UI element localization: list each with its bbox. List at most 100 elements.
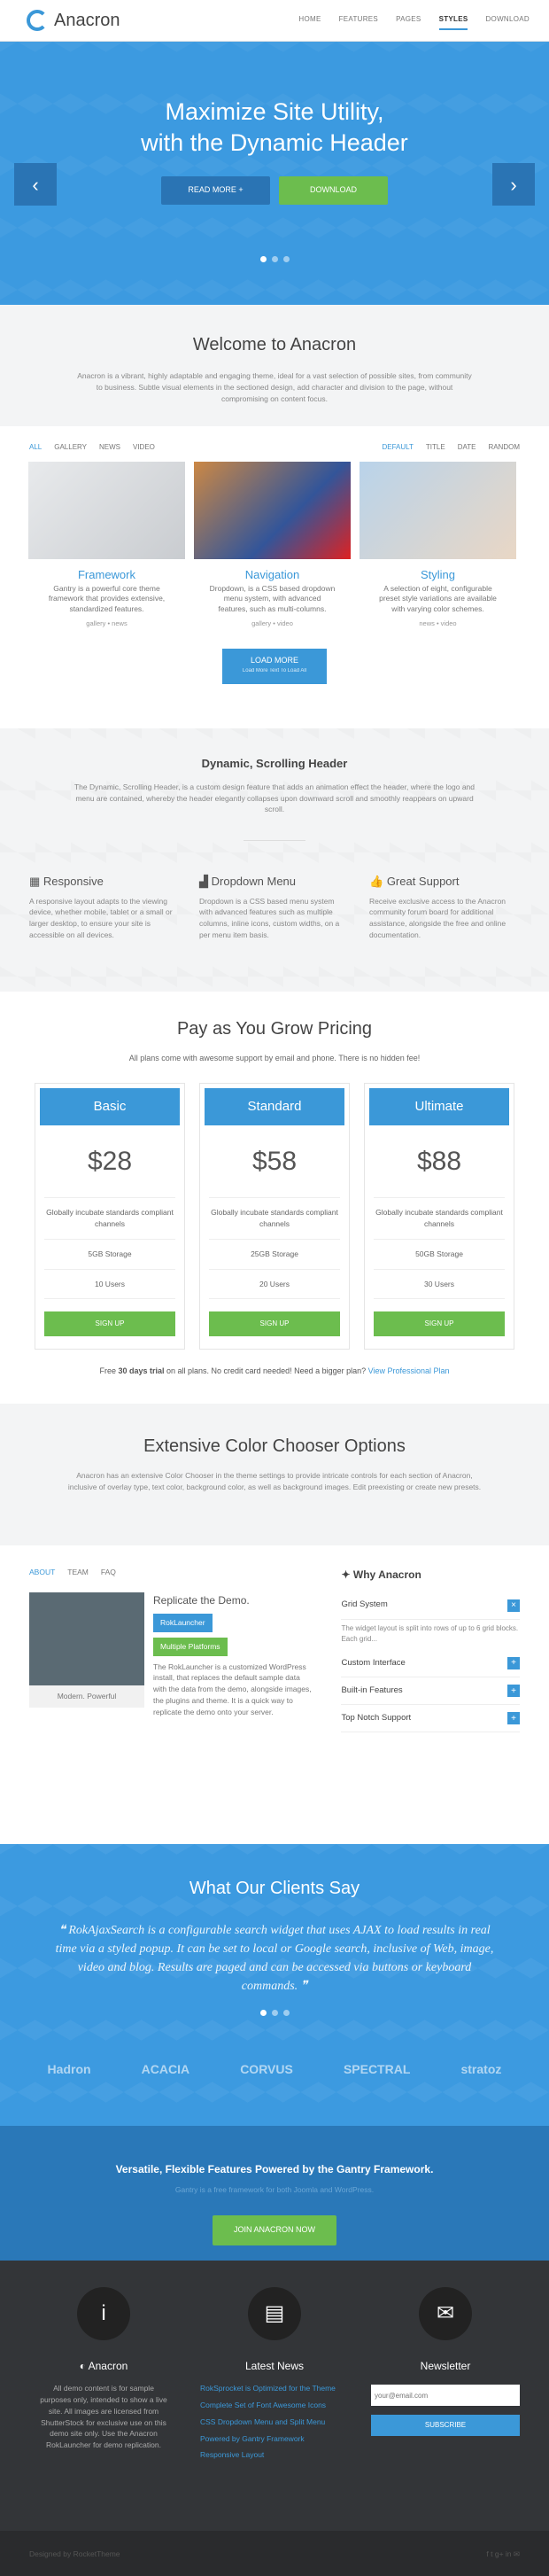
plus-icon: +: [507, 1712, 520, 1725]
envelope-icon: ✉: [419, 2287, 472, 2341]
slide-dots: [0, 256, 549, 262]
color-chooser-section: Extensive Color Chooser Options Anacron …: [0, 1404, 549, 1546]
card-tags: gallery • news: [86, 619, 128, 628]
nav-pages[interactable]: PAGES: [396, 11, 421, 30]
social-icons[interactable]: f t g+ in ✉: [486, 2549, 520, 2560]
subscribe-button[interactable]: SUBSCRIBE: [371, 2415, 520, 2437]
signup-button[interactable]: SIGN UP: [209, 1311, 340, 1337]
plus-icon: +: [507, 1656, 520, 1669]
signup-button[interactable]: SIGN UP: [374, 1311, 505, 1337]
feature-responsive: ▦ Responsive A responsive layout adapts t…: [29, 875, 173, 939]
card-title[interactable]: Styling: [360, 566, 516, 584]
about-section: ABOUT TEAM FAQ Modern. Powerful Replicat…: [0, 1545, 549, 1844]
accordion-item[interactable]: Top Notch Support +: [341, 1705, 520, 1733]
bottom-bar: Designed by RocketTheme f t g+ in ✉: [0, 2531, 549, 2576]
sort-default[interactable]: DEFAULT: [382, 442, 413, 453]
logo-icon: [27, 10, 48, 31]
portfolio-card[interactable]: Framework Gantry is a powerful core them…: [28, 462, 185, 628]
feature-support: 👍 Great Support Receive exclusive access …: [369, 875, 506, 939]
pricing-plan-standard: Standard $58 Globally incubate standards …: [199, 1082, 350, 1350]
sort-date[interactable]: DATE: [458, 442, 476, 453]
signup-button[interactable]: SIGN UP: [44, 1311, 175, 1337]
logo[interactable]: Anacron: [27, 7, 120, 34]
nav-features[interactable]: FEATURES: [339, 11, 378, 30]
tab-faq[interactable]: FAQ: [101, 1567, 116, 1578]
accordion-item[interactable]: Grid System ×: [341, 1592, 520, 1620]
filter-all[interactable]: ALL: [29, 442, 42, 453]
puzzle-icon: ✦: [341, 1568, 351, 1582]
card-tags: news • video: [419, 619, 457, 628]
prev-slide-icon[interactable]: ‹: [14, 163, 57, 206]
welcome-title: Welcome to Anacron: [192, 335, 357, 354]
slide-dot[interactable]: [271, 256, 278, 262]
read-more-button[interactable]: READ MORE +: [161, 176, 270, 205]
feature-dropdown: ▟ Dropdown Menu Dropdown is a CSS based m…: [199, 875, 340, 939]
portfolio-card[interactable]: Navigation Dropdown, is a CSS based drop…: [194, 462, 351, 628]
main-nav: HOME FEATURES PAGES STYLES DOWNLOAD: [298, 11, 530, 30]
filter-gallery[interactable]: GALLERY: [54, 442, 87, 453]
news-link[interactable]: Responsive Layout: [200, 2449, 349, 2461]
section-text: The Dynamic, Scrolling Header, is a cust…: [73, 782, 476, 814]
card-text: Dropdown, is a CSS based dropdown menu s…: [209, 583, 336, 614]
filter-news[interactable]: NEWS: [99, 442, 120, 453]
site-header: Anacron HOME FEATURES PAGES STYLES DOWNL…: [0, 0, 549, 42]
join-button[interactable]: JOIN ANACRON NOW: [213, 2215, 336, 2245]
pricing-section: Pay as You Grow Pricing All plans come w…: [0, 992, 549, 1404]
accordion-item[interactable]: Custom Interface +: [341, 1650, 520, 1677]
card-title[interactable]: Framework: [28, 566, 185, 584]
card-image: [194, 462, 351, 559]
card-image: [28, 462, 185, 559]
accordion-item[interactable]: Built-in Features +: [341, 1677, 520, 1706]
nav-download[interactable]: DOWNLOAD: [485, 11, 530, 30]
card-tags: gallery • video: [251, 619, 293, 628]
why-anacron-panel: ✦ Why Anacron Grid System × The widget la…: [341, 1567, 520, 1844]
welcome-section: Welcome to Anacron Anacron is a vibrant,…: [0, 305, 549, 426]
thumbs-up-icon: 👍: [369, 875, 384, 889]
professional-plan-link[interactable]: View Professional Plan: [368, 1366, 450, 1375]
section-title: Dynamic, Scrolling Header: [201, 757, 348, 771]
welcome-text: Anacron is a vibrant, highly adaptable a…: [77, 371, 472, 403]
footer: i ◐ Anacron All demo content is for samp…: [0, 2261, 549, 2532]
download-button[interactable]: DOWNLOAD: [279, 176, 388, 205]
pricing-subtitle: All plans come with awesome support by e…: [128, 1054, 421, 1063]
logo-icon: ◐: [79, 2360, 86, 2373]
sort-title[interactable]: TITLE: [426, 442, 445, 453]
card-image: [360, 462, 516, 559]
email-field[interactable]: [371, 2385, 520, 2407]
card-title[interactable]: Navigation: [194, 566, 351, 584]
card-text: Gantry is a powerful core theme framewor…: [48, 583, 166, 614]
slide-dot[interactable]: [259, 256, 267, 262]
plus-icon: +: [507, 1685, 520, 1698]
divider: [244, 840, 305, 842]
tab-team[interactable]: TEAM: [67, 1567, 89, 1578]
scrolling-header-section: Dynamic, Scrolling Header The Dynamic, S…: [0, 728, 549, 992]
pricing-plan-basic: Basic $28 Globally incubate standards com…: [35, 1082, 185, 1350]
platforms-badge[interactable]: Multiple Platforms: [153, 1637, 228, 1656]
hero-slider: Maximize Site Utility, with the Dynamic H…: [0, 42, 549, 305]
hero-title: Maximize Site Utility, with the Dynamic H…: [141, 98, 408, 157]
nav-styles[interactable]: STYLES: [438, 11, 468, 30]
client-logos: Hadron ACACIA CORVUS SPECTRAL stratoz: [47, 2062, 502, 2077]
news-link[interactable]: Complete Set of Font Awesome Icons: [200, 2400, 349, 2411]
roklauncher-badge[interactable]: RokLauncher: [153, 1614, 213, 1632]
about-image: [29, 1592, 144, 1686]
news-link[interactable]: Powered by Gantry Framework: [200, 2433, 349, 2445]
filter-video[interactable]: VIDEO: [133, 442, 155, 453]
testimonials-section: What Our Clients Say ❝ RokAjaxSearch is …: [0, 1844, 549, 2127]
slide-dot[interactable]: [282, 256, 290, 262]
grid-icon: ▦: [29, 875, 41, 889]
news-link[interactable]: RokSprocket is Optimized for the Theme: [200, 2383, 349, 2394]
trial-note: Free 30 days trial on all plans. No cred…: [99, 1366, 450, 1376]
pricing-title: Pay as You Grow Pricing: [176, 1019, 373, 1039]
nav-home[interactable]: HOME: [298, 11, 321, 30]
testimonial-quote: ❝ RokAjaxSearch is a configurable search…: [55, 1924, 494, 1994]
news-link[interactable]: CSS Dropdown Menu and Split Menu: [200, 2416, 349, 2428]
sort-random[interactable]: RANDOM: [488, 442, 520, 453]
portfolio-card[interactable]: Styling A selection of eight, configurab…: [360, 462, 516, 628]
card-text: A selection of eight, configurable prese…: [379, 583, 497, 614]
next-slide-icon[interactable]: ›: [492, 163, 535, 206]
cta-section: Versatile, Flexible Features Powered by …: [0, 2126, 549, 2261]
document-icon: ▤: [248, 2287, 301, 2341]
load-more-button[interactable]: LOAD MORE Load More Text To Load All: [222, 649, 327, 685]
tab-about[interactable]: ABOUT: [29, 1567, 55, 1578]
